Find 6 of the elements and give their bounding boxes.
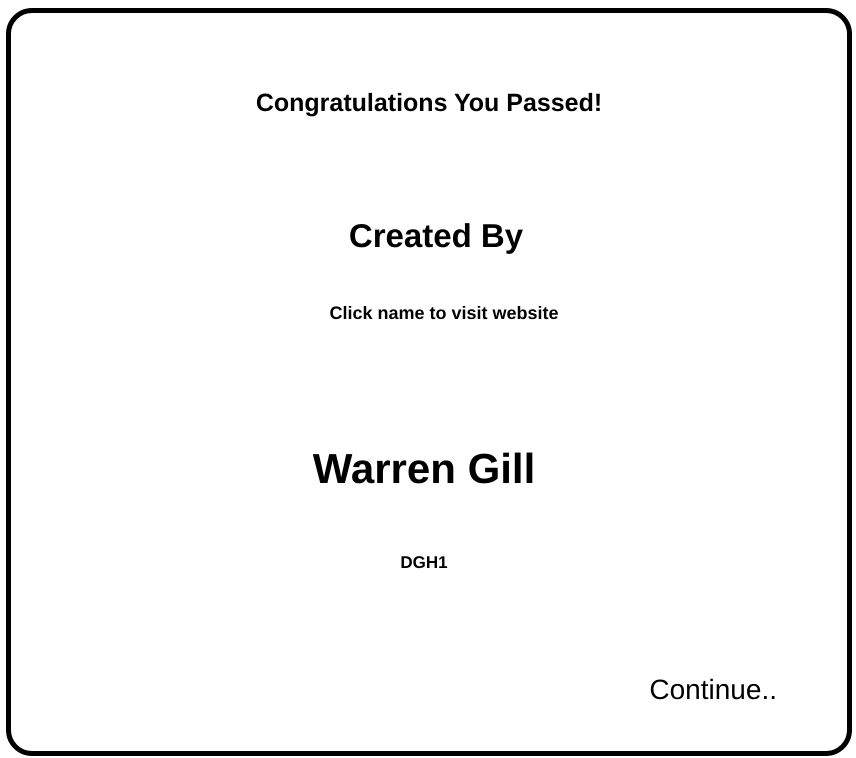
title-text: Congratulations You Passed!: [256, 88, 602, 119]
handle-text: DGH1: [400, 552, 448, 574]
continue-button[interactable]: Continue..: [649, 669, 777, 711]
hint-text: Click name to visit website: [329, 302, 559, 325]
author-link[interactable]: Warren Gill: [312, 437, 536, 500]
heading-text: Created By: [348, 216, 524, 256]
